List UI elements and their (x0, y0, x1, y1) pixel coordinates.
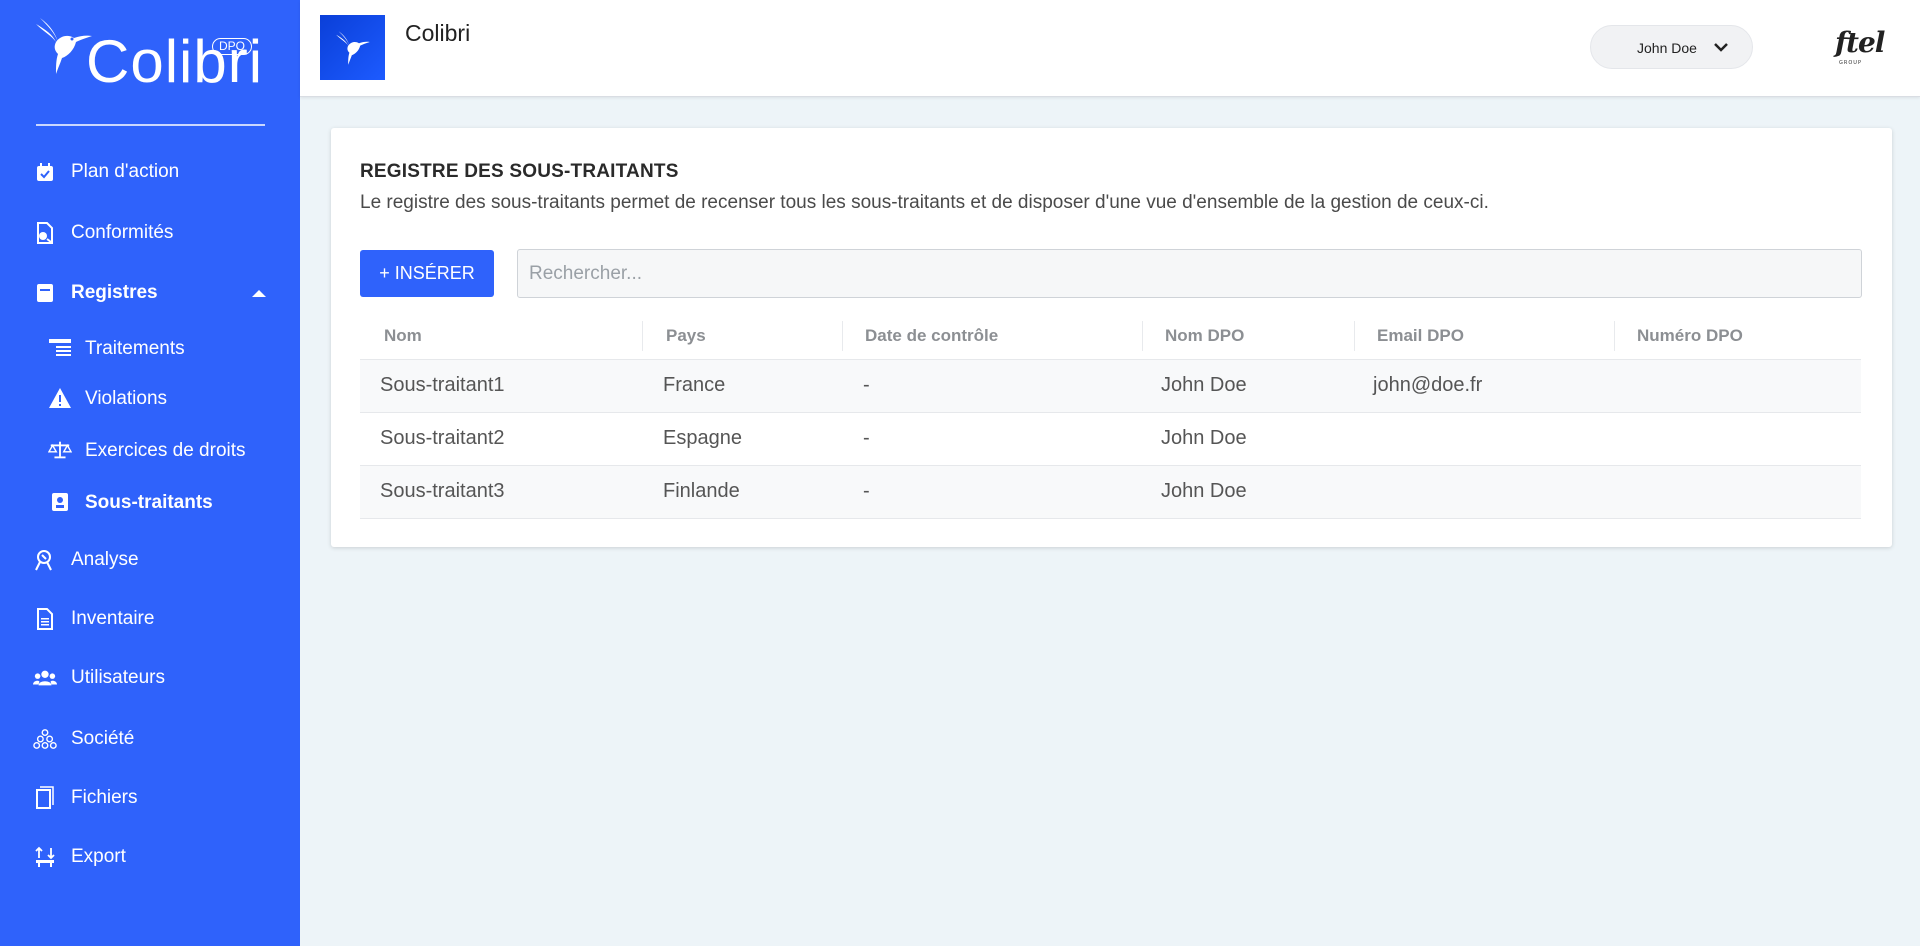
sidebar-item-label: Utilisateurs (71, 667, 165, 688)
brand-badge: DPO (212, 38, 253, 55)
calendar-check-icon (33, 160, 57, 184)
sidebar-subitem-traitements[interactable]: Traitements (0, 328, 300, 368)
table-header: Nom Pays Date de contrôle Nom DPO Email … (360, 314, 1861, 360)
cell-date-controle: - (863, 427, 870, 449)
sidebar-item-label: Analyse (71, 549, 139, 570)
app-logo[interactable] (320, 15, 385, 80)
partner-logo-tagline: GROUP (1839, 60, 1862, 66)
sidebar-item-analyse[interactable]: Analyse (0, 538, 300, 582)
page-title: REGISTRE DES SOUS-TRAITANTS (360, 161, 679, 182)
column-divider (842, 321, 843, 351)
hummingbird-logo-icon (36, 18, 92, 74)
column-header-nom[interactable]: Nom (384, 326, 422, 346)
brand-logo[interactable]: Colibri DPO (0, 0, 300, 126)
column-header-email-dpo[interactable]: Email DPO (1377, 326, 1464, 346)
chevron-up-icon[interactable] (252, 289, 266, 297)
company-icon (33, 727, 57, 751)
export-icon (33, 845, 57, 869)
sidebar-subitem-violations[interactable]: Violations (0, 378, 300, 418)
hummingbird-icon (335, 30, 370, 65)
sidebar-subitem-sous-traitants[interactable]: Sous-traitants (0, 482, 300, 522)
book-icon (33, 281, 57, 305)
warning-icon (48, 386, 72, 410)
subcontractors-card: REGISTRE DES SOUS-TRAITANTS Le registre … (331, 128, 1892, 547)
cell-pays: Espagne (663, 427, 742, 449)
chevron-down-icon (1714, 43, 1728, 52)
sidebar-item-label: Plan d'action (71, 161, 180, 182)
cell-date-controle: - (863, 374, 870, 396)
sidebar-subitem-label: Violations (85, 388, 168, 409)
users-icon (33, 666, 57, 690)
sidebar-item-plan-action[interactable]: Plan d'action (0, 150, 300, 194)
sidebar-item-fichiers[interactable]: Fichiers (0, 776, 300, 820)
sidebar-item-conformites[interactable]: Conformités (0, 211, 300, 255)
cell-nom: Sous-traitant2 (380, 427, 505, 449)
user-name: John Doe (1637, 40, 1697, 56)
sidebar-item-export[interactable]: Export (0, 835, 300, 879)
sidebar-item-registres[interactable]: Registres (0, 271, 300, 315)
cell-nom-dpo: John Doe (1161, 427, 1247, 449)
column-header-date-controle[interactable]: Date de contrôle (865, 326, 998, 346)
column-header-pays[interactable]: Pays (666, 326, 706, 346)
cell-nom: Sous-traitant3 (380, 480, 505, 502)
top-bar: Colibri John Doe ftel GROUP (300, 0, 1920, 97)
page-description: Le registre des sous-traitants permet de… (360, 192, 1489, 213)
sidebar-item-label: Export (71, 846, 126, 867)
cell-pays: Finlande (663, 480, 740, 502)
sidebar-subitem-label: Traitements (85, 338, 185, 359)
brand-divider (36, 124, 265, 126)
sidebar-item-societe[interactable]: Société (0, 717, 300, 761)
sidebar: Colibri DPO Plan d'action Conformités Re… (0, 0, 300, 946)
analysis-icon (33, 548, 57, 572)
table-row[interactable]: Sous-traitant2 Espagne - John Doe (360, 413, 1861, 466)
user-menu-button[interactable]: John Doe (1590, 25, 1753, 69)
scale-icon (48, 438, 72, 462)
column-divider (642, 321, 643, 351)
subcontractors-table: Nom Pays Date de contrôle Nom DPO Email … (360, 314, 1861, 519)
sidebar-item-label: Inventaire (71, 608, 155, 629)
document-check-icon (33, 221, 57, 245)
cell-nom-dpo: John Doe (1161, 480, 1247, 502)
sidebar-item-label: Registres (71, 282, 158, 303)
column-divider (1614, 321, 1615, 351)
partner-logo: ftel GROUP (1835, 26, 1885, 66)
sidebar-subitem-label: Exercices de droits (85, 440, 246, 461)
cell-email-dpo: john@doe.fr (1373, 374, 1483, 396)
file-lines-icon (33, 607, 57, 631)
sidebar-item-utilisateurs[interactable]: Utilisateurs (0, 656, 300, 700)
sidebar-subitem-label: Sous-traitants (85, 492, 213, 513)
files-icon (33, 786, 57, 810)
cell-nom-dpo: John Doe (1161, 374, 1247, 396)
search-input[interactable] (517, 249, 1862, 298)
sidebar-item-label: Société (71, 728, 135, 749)
cell-nom: Sous-traitant1 (380, 374, 505, 396)
partner-logo-text: ftel (1835, 26, 1885, 59)
column-header-nom-dpo[interactable]: Nom DPO (1165, 326, 1244, 346)
sidebar-subitem-exercices-droits[interactable]: Exercices de droits (0, 430, 300, 470)
app-title: Colibri (405, 20, 471, 46)
contact-card-icon (48, 490, 72, 514)
column-divider (1142, 321, 1143, 351)
sidebar-item-label: Fichiers (71, 787, 138, 808)
sidebar-item-label: Conformités (71, 222, 174, 243)
table-row[interactable]: Sous-traitant1 France - John Doe john@do… (360, 360, 1861, 413)
sidebar-item-inventaire[interactable]: Inventaire (0, 597, 300, 641)
column-header-numero-dpo[interactable]: Numéro DPO (1637, 326, 1743, 346)
cell-pays: France (663, 374, 726, 396)
table-list-icon (48, 336, 72, 360)
insert-button[interactable]: + INSÉRER (360, 250, 494, 297)
column-divider (1354, 321, 1355, 351)
table-row[interactable]: Sous-traitant3 Finlande - John Doe (360, 466, 1861, 519)
cell-date-controle: - (863, 480, 870, 502)
